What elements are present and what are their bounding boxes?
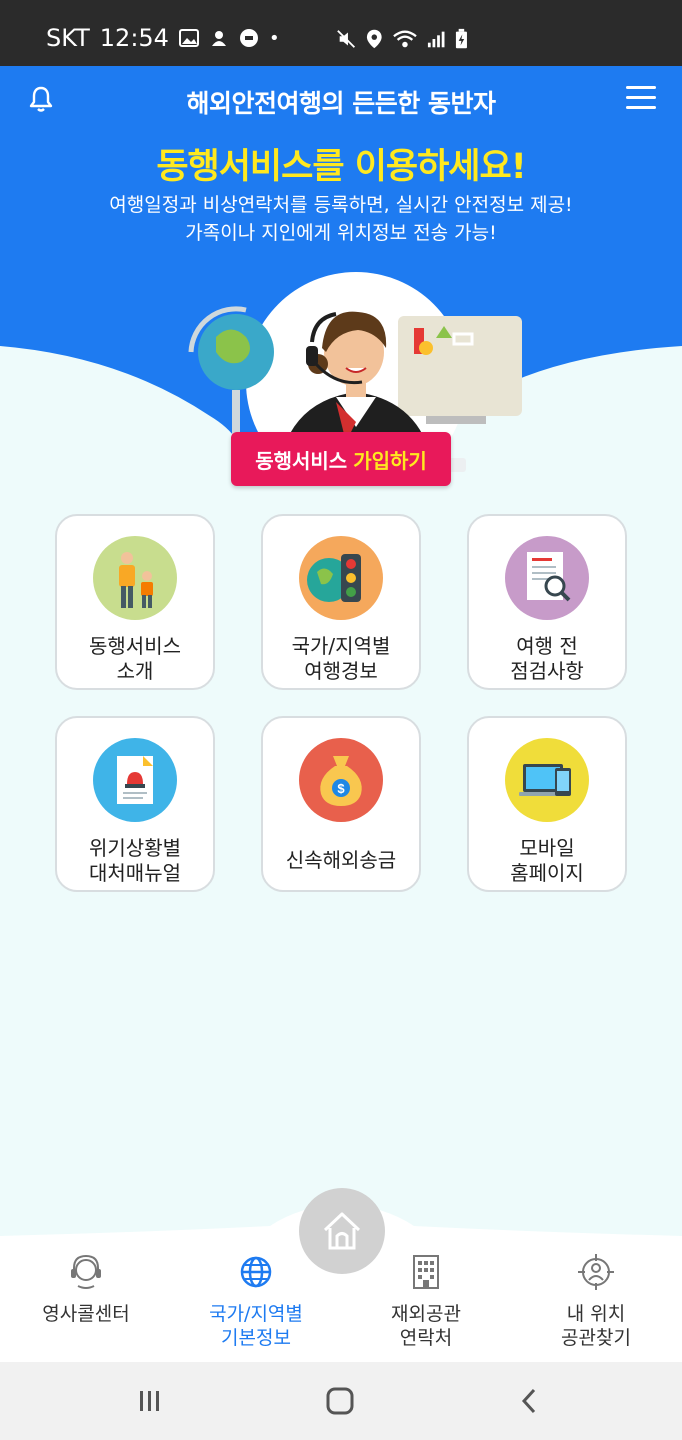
card-label-line1: 신속해외송금 — [285, 848, 397, 872]
nav-label-line1: 영사콜센터 — [42, 1303, 130, 1325]
nav-label-line2: 공관찾기 — [561, 1327, 631, 1349]
system-home-button[interactable] — [320, 1384, 360, 1418]
nav-embassy-contacts[interactable]: 재외공관 연락처 — [346, 1252, 506, 1350]
card-label-line1: 여행 전 — [516, 634, 578, 658]
menu-grid: 동행서비스 소개 국가/지역별 여행경보 여행 전 점검사항 위기상황별 대처매… — [55, 514, 627, 892]
card-label-line2: 점검사항 — [510, 659, 584, 683]
page-title: 해외안전여행의 든든한 동반자 — [186, 89, 496, 118]
card-label-line2: 대처매뉴얼 — [89, 861, 181, 885]
join-button-label-1: 동행서비스 — [255, 448, 348, 473]
card-crisis-manual[interactable]: 위기상황별 대처매뉴얼 — [55, 716, 215, 892]
recent-apps-button[interactable] — [130, 1384, 170, 1418]
traffic-light-icon — [299, 536, 383, 620]
card-label-line1: 모바일 — [519, 836, 575, 860]
location-target-icon — [578, 1254, 614, 1290]
svg-text:$: $ — [337, 781, 345, 796]
nav-label-line2: 연락처 — [399, 1327, 453, 1349]
card-mobile-homepage[interactable]: 모바일 홈페이지 — [467, 716, 627, 892]
card-quick-remittance[interactable]: $ 신속해외송금 — [261, 716, 421, 892]
status-bar: SKT 12:54 • — [0, 0, 682, 66]
money-bag-icon: $ — [299, 738, 383, 822]
headline: 동행서비스를 이용하세요! — [156, 147, 526, 187]
home-icon — [323, 1212, 361, 1250]
location-icon — [367, 29, 382, 49]
status-left: SKT 12:54 • — [46, 24, 280, 52]
gallery-icon — [178, 29, 199, 47]
mute-icon — [337, 30, 356, 48]
card-companion-service-intro[interactable]: 동행서비스 소개 — [55, 514, 215, 690]
checklist-icon — [505, 536, 589, 620]
card-label-line2: 소개 — [116, 659, 154, 683]
top-bar: 해외안전여행의 든든한 동반자 — [0, 66, 682, 132]
card-pre-travel-checklist[interactable]: 여행 전 점검사항 — [467, 514, 627, 690]
battery-icon — [456, 28, 468, 49]
card-label-line1: 위기상황별 — [89, 836, 181, 860]
status-right — [336, 28, 468, 50]
headset-icon — [71, 1254, 101, 1289]
clock: 12:54 — [99, 24, 169, 52]
nav-label-line1: 재외공관 — [391, 1303, 461, 1325]
signal-badge-icon — [239, 29, 258, 47]
nav-country-basic-info[interactable]: 국가/지역별 기본정보 — [176, 1252, 336, 1350]
wifi-icon — [392, 30, 417, 48]
carrier-label: SKT — [46, 24, 90, 52]
family-icon — [93, 536, 177, 620]
card-label-line1: 동행서비스 — [89, 634, 181, 658]
join-button-label-2: 가입하기 — [353, 448, 427, 473]
subtitle-line-2: 가족이나 지인에게 위치정보 전송 가능! — [185, 222, 497, 244]
system-home-icon — [326, 1387, 354, 1415]
card-label-line2: 홈페이지 — [510, 861, 584, 885]
back-arrow-icon — [521, 1388, 536, 1414]
cellular-signal-icon — [427, 31, 445, 48]
card-label-line2: 여행경보 — [304, 659, 378, 683]
join-companion-service-button[interactable]: 동행서비스 가입하기 — [231, 432, 451, 486]
nav-label-line2: 기본정보 — [221, 1327, 291, 1349]
globe-icon — [240, 1256, 272, 1288]
status-dot: • — [268, 27, 280, 49]
bird-icon — [211, 31, 226, 46]
recent-apps-icon — [140, 1391, 159, 1411]
system-nav-bar — [0, 1362, 682, 1440]
building-icon — [413, 1255, 439, 1289]
nav-find-nearby-embassy[interactable]: 내 위치 공관찾기 — [516, 1252, 676, 1350]
hamburger-menu-icon[interactable] — [626, 86, 656, 110]
back-button[interactable] — [510, 1384, 550, 1418]
nav-consular-call-center[interactable]: 영사콜센터 — [6, 1252, 166, 1326]
manual-icon — [93, 738, 177, 822]
card-travel-alert[interactable]: 국가/지역별 여행경보 — [261, 514, 421, 690]
devices-icon — [505, 738, 589, 822]
nav-label-line1: 국가/지역별 — [209, 1303, 303, 1325]
subtitle-line-1: 여행일정과 비상연락처를 등록하면, 실시간 안전정보 제공! — [109, 194, 573, 216]
nav-label-line1: 내 위치 — [566, 1303, 626, 1325]
card-label-line1: 국가/지역별 — [291, 634, 391, 658]
hero-banner: 해외안전여행의 든든한 동반자 동행서비스를 이용하세요! 여행일정과 비상연락… — [0, 66, 682, 486]
